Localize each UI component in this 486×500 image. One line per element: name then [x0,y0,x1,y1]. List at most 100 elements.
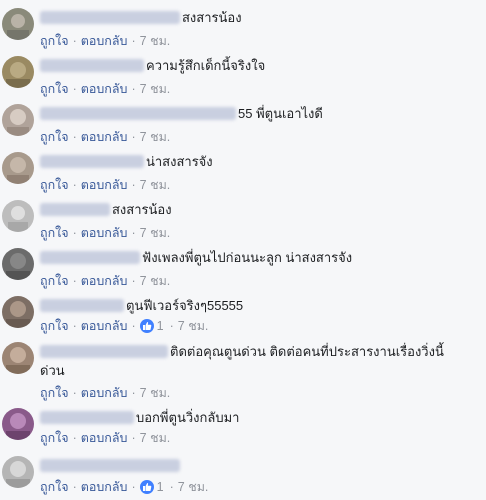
like-reaction-icon[interactable] [139,480,154,494]
comment-text: ฟังเพลงพี่ตูนไปก่อนนะลูก น่าสงสารจัง [142,250,353,265]
comment-text: สงสารน้อง [112,202,172,217]
like-link[interactable]: ถูกใจ [40,175,69,195]
avatar[interactable] [2,8,34,40]
comment-actions: ถูกใจ · ตอบกลับ · 7 ชม. [40,383,170,403]
avatar[interactable] [2,104,34,136]
separator-dot: · [131,319,136,333]
comment-actions: ถูกใจ · ตอบกลับ · 1 · 7 ชม. [40,477,208,497]
comment-body: สงสารน้อง [40,8,478,27]
comment-text: ตูนฟีเวอร์จริงๆ55555 [126,298,244,313]
reply-link[interactable]: ตอบกลับ [81,316,128,336]
comment-actions: ถูกใจ · ตอบกลับ · 7 ชม. [40,175,170,195]
comment-actions: ถูกใจ · ตอบกลับ · 1 · 7 ชม. [40,316,208,336]
like-link[interactable]: ถูกใจ [40,428,69,448]
comment-actions: ถูกใจ · ตอบกลับ · 7 ชม. [40,31,170,51]
comment-body [40,456,478,475]
separator-dot: · [131,130,136,144]
separator-dot: · [131,386,136,400]
timestamp[interactable]: 7 ชม. [178,316,209,336]
reply-link[interactable]: ตอบกลับ [81,223,128,243]
separator-dot: · [72,34,77,48]
separator-dot: · [131,226,136,240]
comment-body: ตูนฟีเวอร์จริงๆ55555 [40,296,478,315]
like-count[interactable]: 1 [157,319,164,333]
comment-actions: ถูกใจ · ตอบกลับ · 7 ชม. [40,271,170,291]
timestamp[interactable]: 7 ชม. [140,223,171,243]
separator-dot: · [131,34,136,48]
comment-body: 55 พี่ตูนเอาไงดี [40,104,478,123]
like-link[interactable]: ถูกใจ [40,477,69,497]
separator-dot: · [131,480,136,494]
reply-link[interactable]: ตอบกลับ [81,383,128,403]
separator-dot: · [131,178,136,192]
separator-dot: · [131,274,136,288]
timestamp[interactable]: 7 ชม. [140,271,171,291]
comment-text: ความรู้สึกเด็กนี้จริงใจ [146,58,266,73]
reply-link[interactable]: ตอบกลับ [81,127,128,147]
comment-body: ติดต่อคุณตูนด่วน ติดต่อคนที่ประสารงานเรื… [40,342,456,380]
avatar[interactable] [2,456,34,488]
avatar[interactable] [2,408,34,440]
separator-dot: · [169,319,174,333]
like-reaction-icon[interactable] [139,319,154,333]
comment-body: ความรู้สึกเด็กนี้จริงใจ [40,56,478,75]
reply-link[interactable]: ตอบกลับ [81,31,128,51]
comment-actions: ถูกใจ · ตอบกลับ · 7 ชม. [40,79,170,99]
avatar[interactable] [2,248,34,280]
reply-link[interactable]: ตอบกลับ [81,477,128,497]
comment-body: บอกพี่ตูนวิ่งกลับมา [40,408,478,427]
like-link[interactable]: ถูกใจ [40,127,69,147]
like-link[interactable]: ถูกใจ [40,271,69,291]
reply-link[interactable]: ตอบกลับ [81,271,128,291]
timestamp[interactable]: 7 ชม. [140,428,171,448]
like-link[interactable]: ถูกใจ [40,223,69,243]
comment-text: 55 พี่ตูนเอาไงดี [238,106,323,121]
separator-dot: · [72,274,77,288]
commenter-name-redacted[interactable] [40,107,236,120]
separator-dot: · [72,130,77,144]
commenter-name-redacted[interactable] [40,345,168,358]
like-count[interactable]: 1 [157,480,164,494]
avatar[interactable] [2,296,34,328]
commenter-name-redacted[interactable] [40,251,140,264]
commenter-name-redacted[interactable] [40,11,180,24]
comment-text: สงสารน้อง [182,10,242,25]
comment-body: สงสารน้อง [40,200,478,219]
reply-link[interactable]: ตอบกลับ [81,175,128,195]
avatar[interactable] [2,152,34,184]
commenter-name-redacted[interactable] [40,155,144,168]
like-link[interactable]: ถูกใจ [40,79,69,99]
separator-dot: · [131,431,136,445]
timestamp[interactable]: 7 ชม. [140,79,171,99]
commenter-name-redacted[interactable] [40,411,134,424]
separator-dot: · [72,82,77,96]
avatar[interactable] [2,56,34,88]
comment-actions: ถูกใจ · ตอบกลับ · 7 ชม. [40,428,170,448]
commenter-name-redacted[interactable] [40,59,144,72]
separator-dot: · [72,480,77,494]
separator-dot: · [169,480,174,494]
reply-link[interactable]: ตอบกลับ [81,428,128,448]
comment-body: น่าสงสารจัง [40,152,478,171]
comment-text: น่าสงสารจัง [146,154,213,169]
timestamp[interactable]: 7 ชม. [140,383,171,403]
comment-actions: ถูกใจ · ตอบกลับ · 7 ชม. [40,127,170,147]
separator-dot: · [72,226,77,240]
separator-dot: · [131,82,136,96]
timestamp[interactable]: 7 ชม. [140,175,171,195]
avatar[interactable] [2,342,34,374]
commenter-name-redacted[interactable] [40,299,124,312]
timestamp[interactable]: 7 ชม. [140,127,171,147]
timestamp[interactable]: 7 ชม. [140,31,171,51]
like-link[interactable]: ถูกใจ [40,316,69,336]
like-link[interactable]: ถูกใจ [40,31,69,51]
like-link[interactable]: ถูกใจ [40,383,69,403]
commenter-name-redacted[interactable] [40,459,180,472]
reply-link[interactable]: ตอบกลับ [81,79,128,99]
separator-dot: · [72,386,77,400]
separator-dot: · [72,178,77,192]
avatar[interactable] [2,200,34,232]
timestamp[interactable]: 7 ชม. [178,477,209,497]
comment-text: บอกพี่ตูนวิ่งกลับมา [136,410,240,425]
commenter-name-redacted[interactable] [40,203,110,216]
